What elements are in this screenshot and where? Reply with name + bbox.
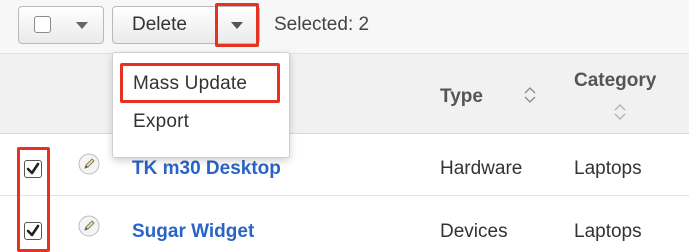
select-all-dropdown[interactable] (18, 6, 104, 44)
type-cell: Devices (440, 221, 508, 242)
pencil-edit-icon[interactable] (78, 215, 100, 237)
select-all-checkbox[interactable] (34, 16, 51, 33)
column-header-category[interactable]: Category (574, 70, 656, 92)
category-cell: Laptops (574, 221, 642, 242)
pencil-edit-icon[interactable] (78, 153, 100, 175)
menu-item-export[interactable]: Export (133, 111, 189, 133)
type-cell: Hardware (440, 158, 523, 179)
record-name-link[interactable]: Sugar Widget (132, 221, 254, 243)
sort-icon[interactable] (614, 103, 626, 121)
table-header (0, 54, 689, 134)
delete-button-label[interactable]: Delete (132, 14, 187, 36)
selected-count: Selected: 2 (274, 14, 370, 35)
record-name-link[interactable]: TK m30 Desktop (132, 158, 281, 180)
column-header-type[interactable]: Type (440, 86, 483, 108)
category-cell: Laptops (574, 158, 642, 179)
highlight-box-mass-update (120, 63, 280, 103)
sort-icon[interactable] (524, 86, 536, 104)
chevron-down-icon[interactable] (76, 22, 88, 29)
highlight-box-actions-caret (215, 3, 259, 47)
highlight-box-row-checkboxes (17, 147, 50, 252)
